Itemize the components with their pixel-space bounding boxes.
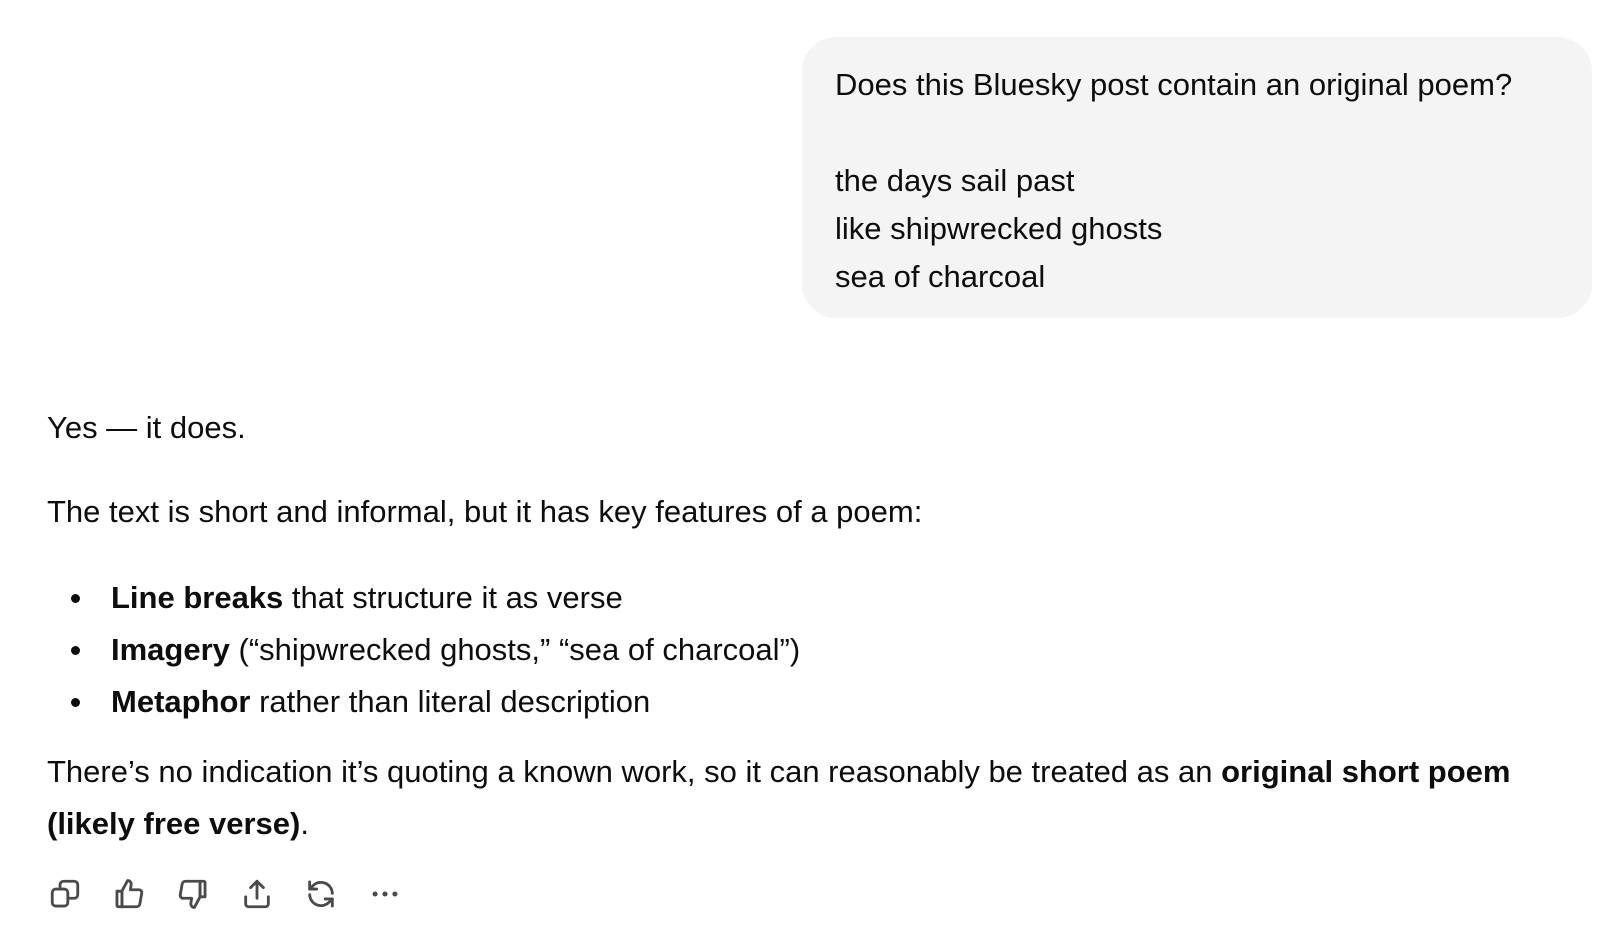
copy-icon <box>50 879 80 908</box>
more-horizontal-icon <box>372 891 398 897</box>
share-button[interactable] <box>239 876 275 912</box>
bullet-dot <box>71 594 80 603</box>
thumbs-up-button[interactable] <box>111 876 147 912</box>
thumbs-down-button[interactable] <box>175 876 211 912</box>
list-item-text: rather than literal description <box>250 684 651 719</box>
list-item: Line breaks that structure it as verse <box>47 572 800 624</box>
list-item-bold: Line breaks <box>111 580 284 615</box>
conclusion-prefix: There’s no indication it’s quoting a kno… <box>47 754 1222 789</box>
intro-text: The text is short and informal, but it h… <box>47 494 923 529</box>
features-list: Line breaks that structure it as verse I… <box>47 572 800 728</box>
copy-button[interactable] <box>47 876 83 912</box>
thumbs-up-icon <box>115 879 144 909</box>
list-item-bold: Imagery <box>111 632 230 667</box>
bullet-dot <box>71 698 80 707</box>
conclusion-suffix: . <box>300 806 309 841</box>
list-item-bold: Metaphor <box>111 684 251 719</box>
user-message-bubble: Does this Bluesky post contain an origin… <box>802 37 1592 318</box>
regenerate-button[interactable] <box>303 876 339 912</box>
conclusion-text: There’s no indication it’s quoting a kno… <box>47 746 1567 850</box>
list-item-text: that structure it as verse <box>283 580 623 615</box>
list-item: Imagery (“shipwrecked ghosts,” “sea of c… <box>47 624 800 676</box>
bullet-dot <box>71 646 80 655</box>
answer-text: Yes — it does. <box>47 410 246 445</box>
message-actions-bar <box>47 876 403 912</box>
more-options-button[interactable] <box>367 876 403 912</box>
thumbs-down-icon <box>178 879 207 909</box>
list-item: Metaphor rather than literal description <box>47 676 800 728</box>
share-icon <box>244 879 270 909</box>
regenerate-icon <box>308 880 334 908</box>
list-item-text: (“shipwrecked ghosts,” “sea of charcoal”… <box>229 632 801 667</box>
